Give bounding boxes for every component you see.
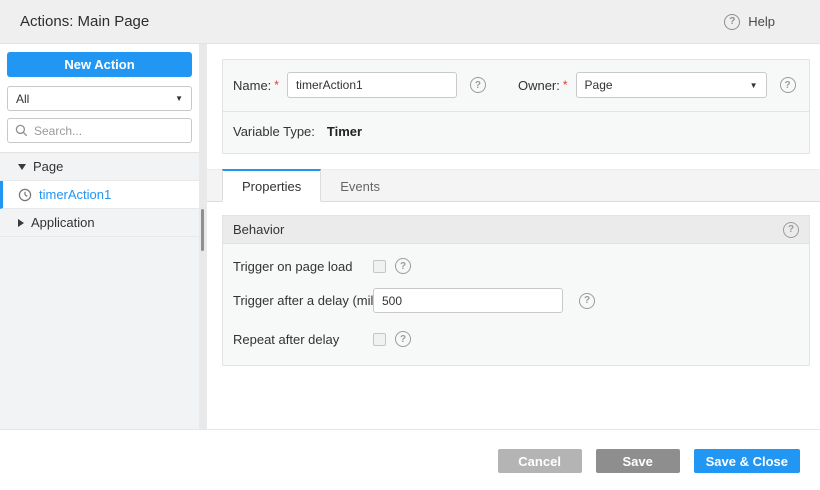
- owner-required-marker: *: [562, 78, 568, 92]
- action-header-panel: Name: * ? Owner: * Page ▼ ? Variable Typ…: [222, 59, 810, 154]
- trigger-after-delay-help-icon[interactable]: ?: [579, 292, 595, 309]
- behavior-section-header: Behavior ?: [223, 216, 809, 244]
- behavior-section-title: Behavior: [233, 222, 285, 237]
- behavior-section-body: Trigger on page load ? Trigger after a d…: [223, 244, 809, 365]
- sidebar-scrollbar[interactable]: [199, 44, 207, 429]
- trigger-after-delay-row: Trigger after a delay (millisec… ?: [233, 288, 799, 313]
- action-detail-pane: Name: * ? Owner: * Page ▼ ? Variable Typ…: [207, 44, 820, 429]
- delay-milliseconds-input[interactable]: [373, 288, 563, 313]
- tree-item-label: Page: [33, 159, 64, 174]
- save-button[interactable]: Save: [595, 449, 680, 473]
- chevron-down-icon: ▼: [175, 94, 183, 103]
- sidebar-controls: New Action All ▼: [0, 44, 199, 152]
- filter-dropdown[interactable]: All ▼: [7, 86, 192, 111]
- behavior-help-icon[interactable]: ?: [783, 221, 799, 238]
- trigger-on-page-load-label: Trigger on page load: [233, 258, 353, 274]
- owner-dropdown[interactable]: Page ▼: [575, 72, 767, 98]
- trigger-after-delay-label: Trigger after a delay (millisec…: [233, 293, 373, 308]
- actions-sidebar: New Action All ▼ Page: [0, 44, 199, 429]
- dialog-footer: Cancel Save Save & Close: [0, 430, 820, 490]
- filter-dropdown-value: All: [16, 91, 30, 106]
- actions-tree: Page timerAction1 Application: [0, 152, 199, 429]
- dialog-body: New Action All ▼ Page: [0, 44, 820, 430]
- tree-item-label: timerAction1: [39, 187, 112, 202]
- variable-type-label: Variable Type:: [233, 124, 315, 139]
- tree-item-timeraction1[interactable]: timerAction1: [0, 181, 199, 209]
- search-input[interactable]: [34, 123, 184, 138]
- tree-item-application[interactable]: Application: [0, 209, 199, 237]
- help-button[interactable]: ? Help: [724, 13, 775, 30]
- help-icon: ?: [724, 13, 741, 30]
- repeat-after-delay-row: Repeat after delay ?: [233, 331, 799, 347]
- chevron-down-icon: ▼: [749, 80, 758, 90]
- clock-icon: [18, 188, 32, 201]
- repeat-after-delay-help-icon[interactable]: ?: [395, 331, 411, 347]
- name-required-marker: *: [274, 78, 279, 92]
- repeat-after-delay-label: Repeat after delay: [233, 331, 340, 347]
- detail-tabbar: Properties Events: [207, 169, 820, 202]
- owner-help-icon[interactable]: ?: [779, 77, 796, 93]
- owner-label: Owner:: [517, 77, 560, 93]
- tab-events[interactable]: Events: [321, 169, 399, 202]
- name-label: Name:: [233, 77, 272, 93]
- search-icon: [15, 124, 28, 137]
- expand-arrow-icon[interactable]: [18, 218, 24, 227]
- repeat-after-delay-checkbox[interactable]: [373, 332, 386, 346]
- dialog-header: Actions: Main Page ? Help: [0, 0, 820, 44]
- variable-type-value: Timer: [326, 124, 363, 139]
- cancel-button[interactable]: Cancel: [497, 449, 582, 473]
- collapse-arrow-icon[interactable]: [18, 163, 26, 170]
- tab-properties[interactable]: Properties: [222, 169, 322, 202]
- save-and-close-button[interactable]: Save & Close: [693, 449, 800, 473]
- behavior-section: Behavior ? Trigger on page load ? Trigge…: [222, 215, 810, 366]
- tree-item-page[interactable]: Page: [0, 153, 199, 181]
- trigger-on-page-load-help-icon[interactable]: ?: [395, 258, 411, 274]
- tree-item-label: Application: [31, 215, 95, 230]
- trigger-on-page-load-checkbox[interactable]: [373, 259, 386, 273]
- panel-separator: [223, 111, 809, 112]
- owner-dropdown-value: Page: [584, 78, 613, 92]
- scrollbar-thumb[interactable]: [201, 209, 204, 251]
- name-owner-row: Name: * ? Owner: * Page ▼ ?: [233, 72, 799, 98]
- name-input[interactable]: [286, 72, 457, 98]
- new-action-button[interactable]: New Action: [7, 52, 192, 77]
- variable-type-row: Variable Type: Timer: [233, 124, 799, 139]
- actions-dialog: Actions: Main Page ? Help New Action All…: [0, 0, 820, 490]
- search-field[interactable]: [7, 118, 192, 143]
- help-label: Help: [748, 14, 775, 29]
- dialog-title: Actions: Main Page: [20, 13, 150, 30]
- trigger-on-page-load-row: Trigger on page load ?: [233, 258, 799, 274]
- name-help-icon[interactable]: ?: [469, 77, 486, 93]
